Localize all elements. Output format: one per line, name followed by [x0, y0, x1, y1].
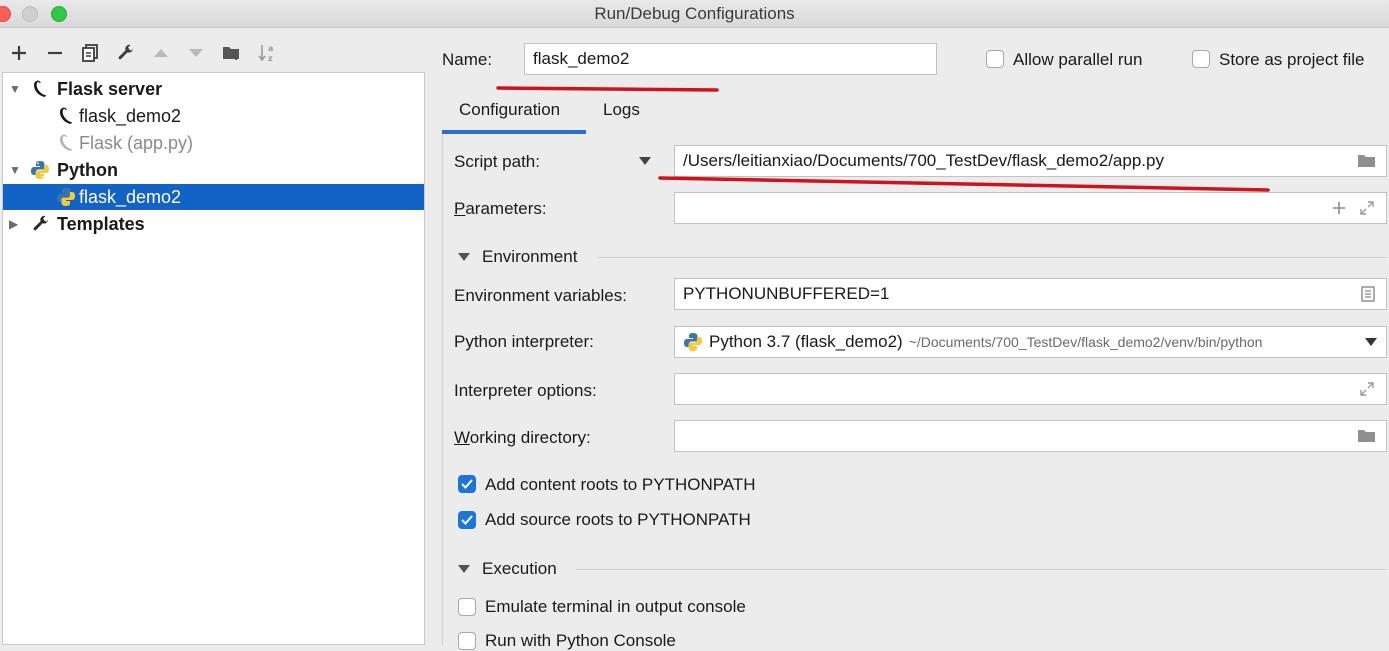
interpreter-path: ~/Documents/700_TestDev/flask_demo2/venv… [908, 334, 1263, 350]
sort-alpha-icon[interactable]: az [256, 42, 278, 64]
copy-icon[interactable] [79, 42, 101, 64]
environment-section-title: Environment [482, 247, 578, 266]
section-collapse-icon[interactable] [458, 251, 470, 263]
run-with-python-console-label: Run with Python Console [485, 631, 676, 650]
python-icon [29, 159, 51, 181]
python-icon [683, 332, 705, 352]
tree-label: Python [57, 159, 118, 180]
tree-group-flask-server[interactable]: ▼ Flask server [3, 76, 424, 102]
tree-item-flask-demo2-flask[interactable]: flask_demo2 [3, 103, 424, 129]
run-with-python-console-checkbox[interactable] [458, 632, 476, 650]
checkmark-icon [461, 479, 473, 489]
flask-icon [29, 78, 51, 100]
allow-parallel-run-checkbox[interactable] [986, 50, 1004, 68]
svg-text:a: a [268, 44, 273, 53]
working-directory-label: Working directory: [454, 428, 591, 447]
arrow-down-icon[interactable] [185, 42, 207, 64]
folder-icon[interactable] [1356, 426, 1378, 446]
tree-label: Flask server [57, 78, 163, 99]
interpreter-options-label: Interpreter options: [454, 381, 597, 400]
expand-icon[interactable] [1359, 381, 1375, 397]
flask-icon [55, 105, 77, 127]
plus-icon[interactable] [8, 42, 30, 64]
script-path-input[interactable]: /Users/leitianxiao/Documents/700_TestDev… [674, 145, 1387, 177]
store-as-project-file-checkbox[interactable] [1192, 50, 1210, 68]
python-interpreter-select[interactable]: Python 3.7 (flask_demo2) ~/Documents/700… [674, 326, 1387, 358]
tree-label: flask_demo2 [79, 105, 182, 126]
tree-label: Templates [57, 213, 145, 234]
expand-arrow-icon[interactable]: ▼ [9, 163, 21, 177]
store-as-project-file-label: Store as project file [1219, 50, 1365, 69]
working-directory-input[interactable] [674, 420, 1387, 452]
environment-variables-label: Environment variables: [454, 286, 627, 305]
tree-label: flask_demo2 [79, 186, 182, 207]
python-icon [55, 186, 77, 208]
expand-icon[interactable] [1359, 200, 1375, 216]
tab-logs[interactable]: Logs [603, 100, 640, 120]
arrow-up-icon[interactable] [150, 42, 172, 64]
wrench-icon[interactable] [115, 42, 137, 64]
emulate-terminal-label: Emulate terminal in output console [485, 597, 746, 616]
svg-text:z: z [268, 54, 273, 63]
script-path-value: /Users/leitianxiao/Documents/700_TestDev… [683, 151, 1164, 170]
collapse-arrow-icon[interactable]: ▶ [9, 217, 18, 231]
emulate-terminal-checkbox[interactable] [458, 598, 476, 616]
window-title: Run/Debug Configurations [594, 4, 795, 23]
checkmark-icon [461, 515, 473, 525]
tab-configuration[interactable]: Configuration [459, 100, 560, 120]
script-type-dropdown-icon[interactable] [636, 152, 654, 170]
chevron-down-icon[interactable] [1364, 337, 1378, 347]
name-label: Name: [442, 50, 493, 69]
python-interpreter-label: Python interpreter: [454, 332, 594, 351]
tree-item-flask-app-template[interactable]: Flask (app.py) [3, 130, 424, 156]
parameters-label: Parameters: [454, 199, 547, 218]
folder-icon[interactable] [1356, 151, 1378, 171]
expand-arrow-icon[interactable]: ▼ [9, 82, 21, 96]
new-folder-icon[interactable] [221, 42, 243, 64]
environment-variables-input[interactable]: PYTHONUNBUFFERED=1 [674, 278, 1387, 310]
name-input[interactable]: flask_demo2 [524, 43, 937, 75]
section-divider [576, 569, 1387, 570]
wrench-icon [30, 213, 52, 235]
configurations-tree: ▼ Flask server flask_demo2 Flask (app.py… [2, 72, 425, 645]
add-source-roots-label: Add source roots to PYTHONPATH [485, 510, 751, 529]
execution-section-title: Execution [482, 559, 557, 578]
parameters-input[interactable] [674, 192, 1387, 224]
plus-icon[interactable] [1331, 200, 1347, 216]
script-path-label: Script path: [454, 152, 540, 171]
interpreter-options-input[interactable] [674, 373, 1387, 405]
tree-item-flask-demo2-python[interactable]: flask_demo2 [3, 184, 424, 210]
list-edit-icon[interactable] [1360, 285, 1376, 303]
section-collapse-icon[interactable] [458, 563, 470, 575]
tree-label: Flask (app.py) [79, 132, 194, 153]
title-bar: Run/Debug Configurations [0, 0, 1389, 28]
add-source-roots-checkbox[interactable] [458, 511, 476, 529]
tree-group-python[interactable]: ▼ Python [3, 157, 424, 183]
tree-group-templates[interactable]: ▶ Templates [3, 211, 424, 237]
allow-parallel-run-label: Allow parallel run [1013, 50, 1143, 69]
section-divider [598, 257, 1387, 258]
configurations-toolbar: az [0, 28, 425, 72]
flask-icon [55, 132, 77, 154]
add-content-roots-checkbox[interactable] [458, 475, 476, 493]
minus-icon[interactable] [44, 42, 66, 64]
add-content-roots-label: Add content roots to PYTHONPATH [485, 475, 756, 494]
interpreter-name: Python 3.7 (flask_demo2) [709, 332, 903, 351]
